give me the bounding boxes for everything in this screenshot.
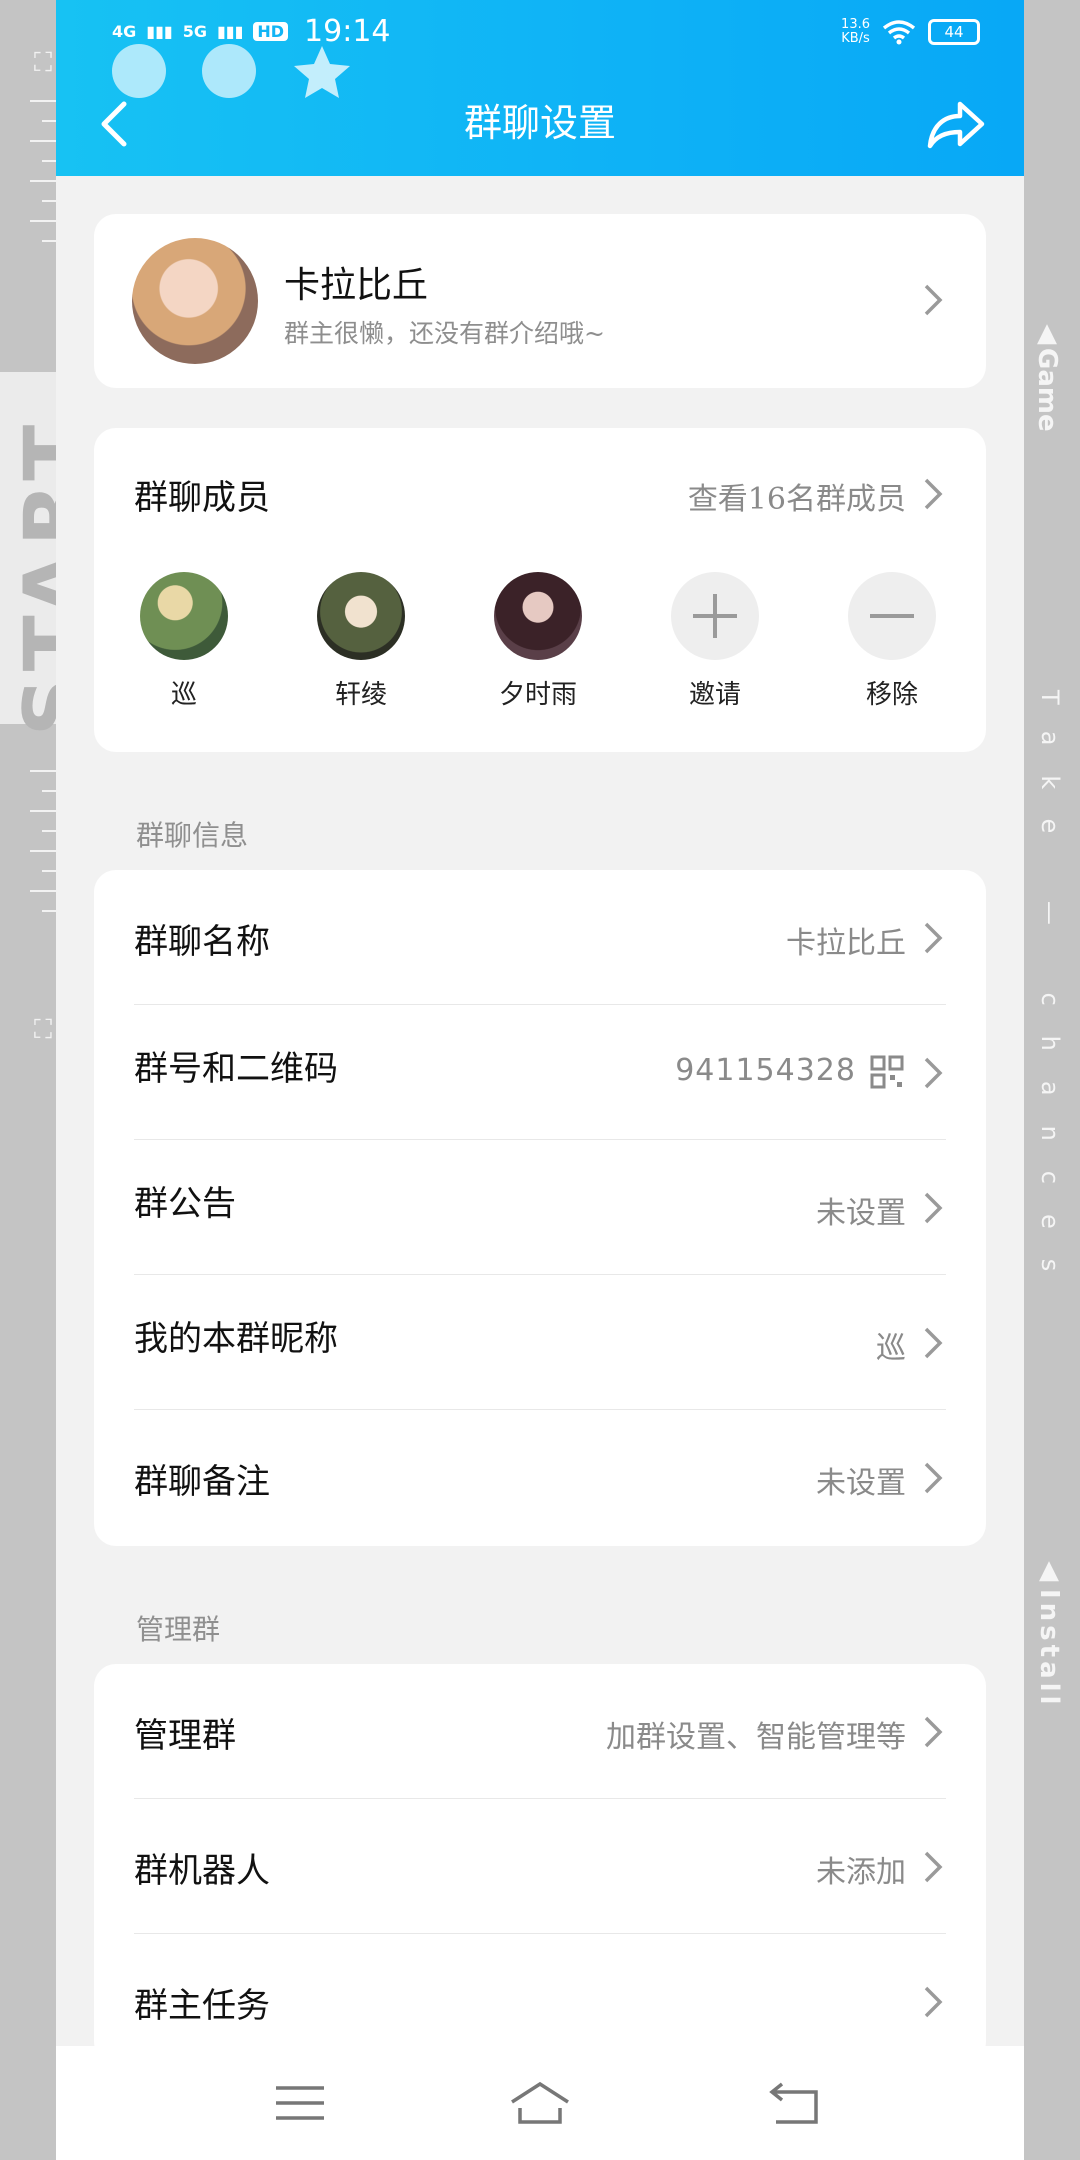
manage-group-card: 管理群 加群设置、智能管理等 群机器人 未添加 群主任务 <box>94 1664 986 2064</box>
row-title: 群号和二维码 <box>134 1049 338 1089</box>
group-number: 941154328 <box>675 1053 856 1088</box>
group-info-card: 群聊名称 卡拉比丘 群号和二维码 941154328 群公告 未设置 我的本群昵… <box>94 870 986 1546</box>
row-manage-group[interactable]: 管理群 加群设置、智能管理等 <box>94 1664 986 1799</box>
row-title: 群机器人 <box>134 1851 270 1891</box>
row-value: 未设置 <box>816 1196 906 1231</box>
left-decor-strip: ⛶ ⛶ <box>0 0 56 2160</box>
chevron-right-icon <box>924 284 943 316</box>
group-profile-card[interactable]: 卡拉比丘 群主很懒，还没有群介绍哦~ <box>94 214 986 388</box>
row-group-name[interactable]: 群聊名称 卡拉比丘 <box>94 870 986 1005</box>
remove-member-button[interactable]: 移除 <box>822 572 962 711</box>
network-5g-indicator: 5G <box>182 22 207 41</box>
member-item[interactable]: 夕时雨 <box>468 572 608 711</box>
row-title: 群聊备注 <box>134 1462 270 1502</box>
battery-indicator: 44 <box>928 19 980 45</box>
row-value: 未设置 <box>816 1466 906 1501</box>
page-title: 群聊设置 <box>463 101 616 145</box>
back-icon[interactable] <box>768 2080 824 2126</box>
chevron-right-icon[interactable] <box>920 474 946 514</box>
motto-vertical-text: Take — chances <box>1036 690 1064 1302</box>
row-group-number-qrcode[interactable]: 群号和二维码 941154328 <box>94 1005 986 1140</box>
row-group-announcement[interactable]: 群公告 未设置 <box>94 1140 986 1275</box>
qr-code-icon[interactable] <box>870 1055 904 1089</box>
home-icon[interactable] <box>508 2080 572 2126</box>
coin-icon[interactable] <box>202 44 256 98</box>
net-speed: 13.6 KB/s <box>841 17 870 46</box>
member-avatar[interactable] <box>494 572 582 660</box>
row-title: 我的本群昵称 <box>134 1319 338 1359</box>
chevron-right-icon <box>924 1192 943 1224</box>
row-value: 加群设置、智能管理等 <box>606 1720 906 1755</box>
chevron-right-icon <box>924 1986 943 2018</box>
menu-icon[interactable] <box>272 2080 328 2126</box>
member-item[interactable]: 轩绫 <box>291 572 431 711</box>
wifi-icon <box>882 20 916 45</box>
chevron-right-icon <box>924 1851 943 1883</box>
minus-icon[interactable] <box>848 572 936 660</box>
member-item[interactable]: 巡 <box>114 572 254 711</box>
remove-label: 移除 <box>865 680 918 710</box>
member-avatar-list: 巡 轩绫 夕时雨 邀请 移除 <box>94 572 986 712</box>
row-title: 群聊名称 <box>134 922 270 962</box>
row-group-robot[interactable]: 群机器人 未添加 <box>94 1799 986 1934</box>
plus-icon[interactable] <box>671 572 759 660</box>
hd-badge: HD <box>253 22 289 41</box>
row-title: 群主任务 <box>134 1986 270 2026</box>
chevron-right-icon <box>924 922 943 954</box>
game-vertical-text: ▲Game <box>1032 318 1062 432</box>
group-avatar[interactable] <box>132 238 258 364</box>
chevron-right-icon <box>924 1057 943 1089</box>
invite-label: 邀请 <box>688 680 741 710</box>
member-name: 巡 <box>170 680 197 710</box>
member-name: 夕时雨 <box>498 680 577 710</box>
section-label-manage-group: 管理群 <box>136 1613 221 1646</box>
status-right: 13.6 KB/s 44 <box>841 18 980 46</box>
view-all-members-link[interactable]: 查看16名群成员 <box>688 474 906 518</box>
tick-marks-bottom <box>30 770 56 930</box>
share-icon[interactable] <box>924 96 988 152</box>
header-bar: 4G ▮▮▮ 5G ▮▮▮ HD 19:14 13.6 KB/s 44 群聊设置 <box>56 0 1024 176</box>
row-value: 未添加 <box>816 1855 906 1890</box>
thumbs-up-icon[interactable] <box>112 44 166 98</box>
network-4g-indicator: 4G <box>112 22 137 41</box>
group-name: 卡拉比丘 <box>284 265 429 306</box>
section-label-group-info: 群聊信息 <box>136 819 249 852</box>
signal-bars-icon: ▮▮▮ <box>146 22 173 41</box>
chevron-right-icon <box>924 1716 943 1748</box>
focus-bracket-icon: ⛶ <box>33 48 53 78</box>
members-card: 群聊成员 查看16名群成员 巡 轩绫 夕时雨 邀请 移除 <box>94 428 986 752</box>
row-group-remark[interactable]: 群聊备注 未设置 <box>94 1410 986 1545</box>
chevron-right-icon <box>924 1327 943 1359</box>
row-value: 巡 <box>876 1331 906 1366</box>
members-title: 群聊成员 <box>134 478 270 518</box>
row-title: 群公告 <box>134 1184 236 1224</box>
group-settings-screen: 4G ▮▮▮ 5G ▮▮▮ HD 19:14 13.6 KB/s 44 群聊设置… <box>56 0 1024 2160</box>
chevron-right-icon <box>924 1462 943 1494</box>
group-description: 群主很懒，还没有群介绍哦~ <box>284 319 605 348</box>
row-value: 卡拉比丘 <box>786 926 906 961</box>
system-nav-bar <box>56 2046 1024 2160</box>
row-my-group-nickname[interactable]: 我的本群昵称 巡 <box>94 1275 986 1410</box>
install-vertical-text: ▲Install <box>1034 1555 1064 1709</box>
invite-member-button[interactable]: 邀请 <box>645 572 785 711</box>
member-avatar[interactable] <box>140 572 228 660</box>
signal-bars-icon: ▮▮▮ <box>216 22 244 41</box>
member-name: 轩绫 <box>334 680 387 710</box>
member-avatar[interactable] <box>317 572 405 660</box>
row-title: 管理群 <box>134 1716 236 1756</box>
focus-bracket-icon: ⛶ <box>33 1015 53 1045</box>
tick-marks-top <box>30 100 56 260</box>
